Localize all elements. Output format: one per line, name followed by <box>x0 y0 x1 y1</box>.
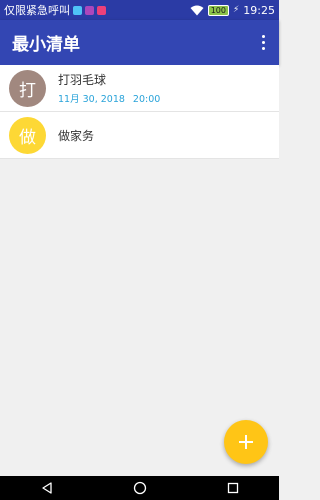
add-icon <box>239 435 253 449</box>
item-title: 打羽毛球 <box>58 73 107 87</box>
status-bar: 仅限紧急呼叫 100 ⚡ 19:25 <box>0 0 279 20</box>
wifi-icon <box>190 5 204 15</box>
item-datetime: 11月 30, 2018 20:00 <box>58 91 160 105</box>
clock: 19:25 <box>243 3 275 17</box>
battery-icon: 100 <box>207 4 229 16</box>
lightning-icon: ⚡ <box>232 5 240 15</box>
todo-list: 打 打羽毛球 11月 30, 2018 20:00 做 做家务 <box>0 65 279 159</box>
message-notification-icon <box>73 5 82 15</box>
app-title: 最小清单 <box>12 35 80 55</box>
item-date: 11月 30, 2018 <box>58 94 125 105</box>
more-vert-icon[interactable] <box>258 29 269 56</box>
avatar-letter: 打 <box>19 80 36 101</box>
app-bar: 最小清单 <box>0 20 279 65</box>
add-button[interactable] <box>224 420 268 464</box>
avatar: 做 <box>9 116 46 154</box>
battery-level: 100 <box>210 5 226 15</box>
item-title: 做家务 <box>58 128 95 143</box>
back-button[interactable] <box>27 476 67 500</box>
item-time: 20:00 <box>132 94 161 105</box>
home-icon <box>133 481 146 495</box>
back-icon <box>41 482 52 494</box>
app-notification-icon <box>85 5 94 15</box>
list-item[interactable]: 做 做家务 <box>0 112 279 159</box>
recents-icon <box>227 482 238 494</box>
avatar: 打 <box>9 69 46 107</box>
recents-button[interactable] <box>213 476 253 500</box>
carrier-text: 仅限紧急呼叫 <box>4 4 70 17</box>
avatar-letter: 做 <box>19 127 36 148</box>
home-button[interactable] <box>120 476 160 500</box>
camera-notification-icon <box>97 5 106 15</box>
navigation-bar <box>0 476 279 500</box>
list-item[interactable]: 打 打羽毛球 11月 30, 2018 20:00 <box>0 65 279 112</box>
